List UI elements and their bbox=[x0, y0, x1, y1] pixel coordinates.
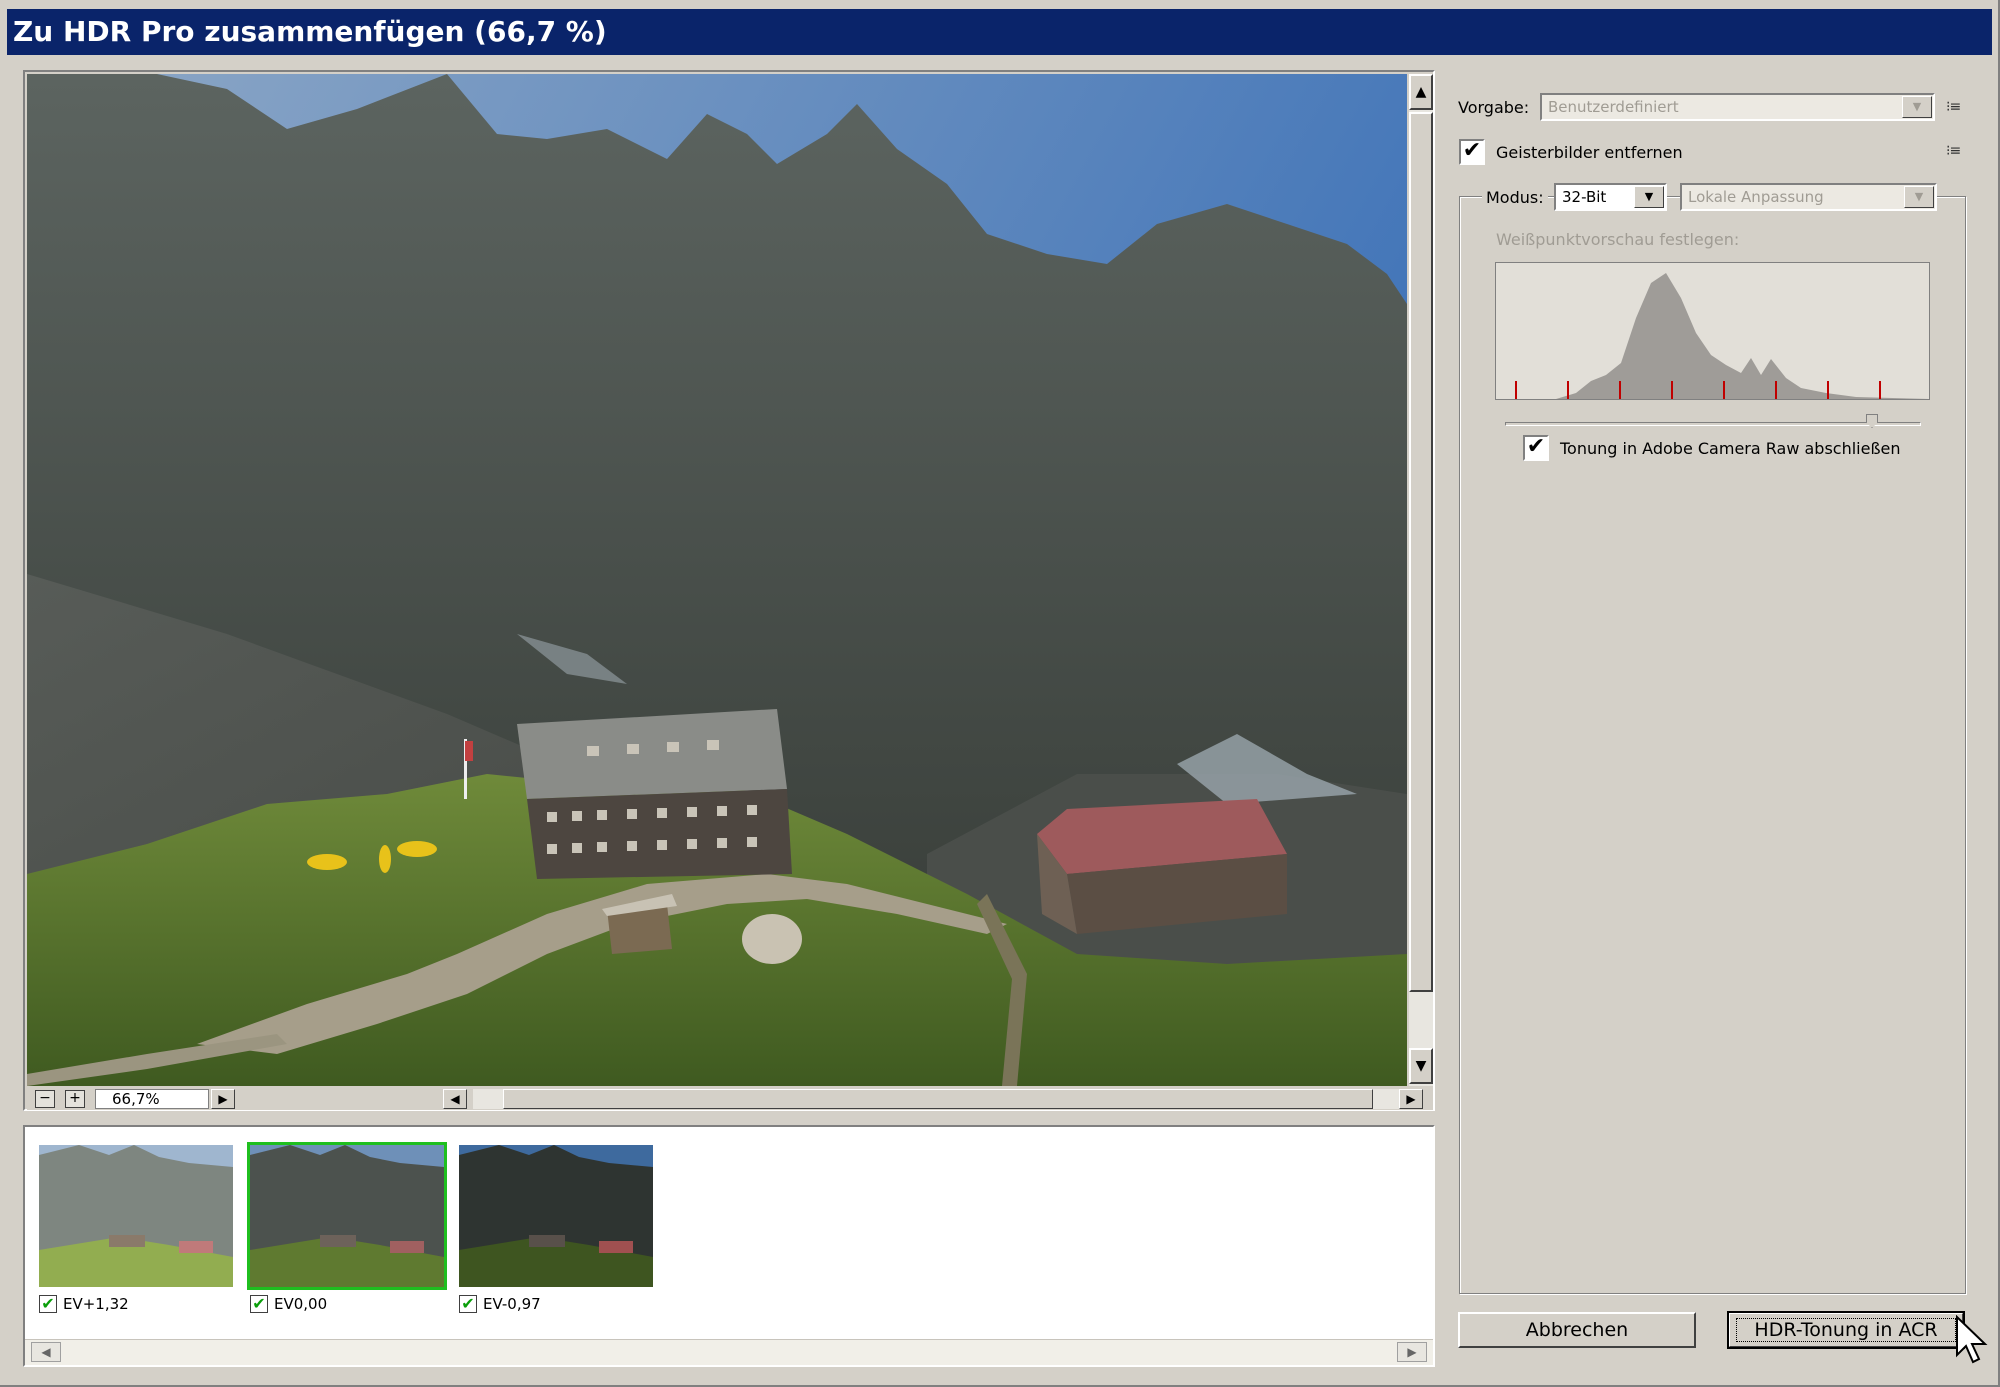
acr-toning-label: Tonung in Adobe Camera Raw abschließen bbox=[1560, 439, 1901, 458]
include-image-checkbox[interactable]: ✔ bbox=[250, 1295, 268, 1313]
scroll-left-arrow-icon[interactable]: ◀ bbox=[443, 1089, 467, 1109]
include-image-checkbox[interactable]: ✔ bbox=[39, 1295, 57, 1313]
source-thumbnail[interactable] bbox=[459, 1145, 653, 1287]
tonemap-method-dropdown[interactable]: Lokale Anpassung ▼ bbox=[1680, 183, 1937, 211]
scroll-left-arrow-icon[interactable]: ◀ bbox=[31, 1342, 61, 1362]
mouse-cursor-icon bbox=[1956, 1315, 1988, 1364]
preset-value: Benutzerdefiniert bbox=[1548, 98, 1679, 116]
zoom-in-button[interactable]: + bbox=[65, 1090, 85, 1108]
preset-menu-icon[interactable]: ⁝≡ bbox=[1946, 99, 1961, 115]
exposure-label: EV0,00 bbox=[274, 1295, 328, 1313]
preset-label: Vorgabe: bbox=[1458, 98, 1530, 117]
plus-icon: + bbox=[69, 1090, 81, 1106]
scroll-down-arrow-icon[interactable]: ▼ bbox=[1409, 1048, 1433, 1084]
zoom-menu-arrow-icon[interactable]: ▶ bbox=[211, 1089, 235, 1109]
hdr-pro-dialog: Zu HDR Pro zusammenfügen (66,7 %) ▲ ▼ − … bbox=[0, 0, 2000, 1387]
preview-vertical-scrollbar[interactable]: ▲ ▼ bbox=[1409, 74, 1433, 1086]
hdr-preview-image bbox=[27, 74, 1407, 1086]
ghost-options-menu-icon[interactable]: ⁝≡ bbox=[1946, 143, 1961, 159]
preview-zoom-bar: − + 66,7% ▶ ◀ ▶ bbox=[27, 1088, 1433, 1110]
source-images-filmstrip: ✔ EV+1,32 ✔ EV0,00 ✔ EV-0,97 ◀ ▶ bbox=[23, 1125, 1435, 1367]
source-thumbnail[interactable] bbox=[39, 1145, 233, 1287]
zoom-level-field[interactable]: 66,7% bbox=[95, 1089, 209, 1109]
scroll-right-arrow-icon[interactable]: ▶ bbox=[1397, 1342, 1427, 1362]
acr-toning-checkbox[interactable]: ✔ bbox=[1523, 435, 1549, 461]
remove-ghosts-checkbox[interactable]: ✔ bbox=[1459, 139, 1485, 165]
whitepoint-slider[interactable] bbox=[1505, 422, 1921, 426]
tonemap-method-value: Lokale Anpassung bbox=[1688, 188, 1824, 206]
thumbnail-caption: ✔ EV+1,32 bbox=[39, 1295, 129, 1313]
mode-label: Modus: bbox=[1482, 188, 1548, 207]
include-image-checkbox[interactable]: ✔ bbox=[459, 1295, 477, 1313]
exposure-label: EV-0,97 bbox=[483, 1295, 541, 1313]
source-thumbnail-selected[interactable] bbox=[247, 1142, 447, 1290]
thumbnail-caption: ✔ EV0,00 bbox=[250, 1295, 327, 1313]
histogram bbox=[1495, 262, 1930, 400]
whitepoint-preview-label: Weißpunktvorschau festlegen: bbox=[1496, 230, 1740, 249]
hdr-toning-acr-button[interactable]: HDR-Tonung in ACR bbox=[1727, 1311, 1965, 1349]
zoom-out-button[interactable]: − bbox=[35, 1090, 55, 1108]
chevron-down-icon: ▼ bbox=[1902, 96, 1932, 118]
cancel-button[interactable]: Abbrechen bbox=[1458, 1312, 1696, 1348]
preset-dropdown[interactable]: Benutzerdefiniert ▼ bbox=[1540, 93, 1935, 121]
thumbnail-caption: ✔ EV-0,97 bbox=[459, 1295, 541, 1313]
chevron-down-icon: ▼ bbox=[1634, 186, 1664, 208]
chevron-down-icon: ▼ bbox=[1904, 186, 1934, 208]
minus-icon: − bbox=[39, 1090, 51, 1106]
bit-depth-dropdown[interactable]: 32-Bit ▼ bbox=[1554, 183, 1667, 211]
scroll-up-arrow-icon[interactable]: ▲ bbox=[1409, 74, 1433, 110]
vertical-scroll-thumb[interactable] bbox=[1409, 112, 1433, 992]
exposure-label: EV+1,32 bbox=[63, 1295, 129, 1313]
filmstrip-scrollbar[interactable]: ◀ ▶ bbox=[25, 1339, 1433, 1365]
bit-depth-value: 32-Bit bbox=[1562, 188, 1607, 206]
remove-ghosts-label: Geisterbilder entfernen bbox=[1496, 143, 1683, 162]
window-title: Zu HDR Pro zusammenfügen (66,7 %) bbox=[7, 9, 1992, 55]
preview-frame: ▲ ▼ − + 66,7% ▶ ◀ ▶ bbox=[23, 70, 1435, 1111]
scroll-right-arrow-icon[interactable]: ▶ bbox=[1399, 1089, 1423, 1109]
horizontal-scroll-thumb[interactable] bbox=[503, 1089, 1373, 1109]
focus-ring bbox=[1736, 1318, 1956, 1342]
